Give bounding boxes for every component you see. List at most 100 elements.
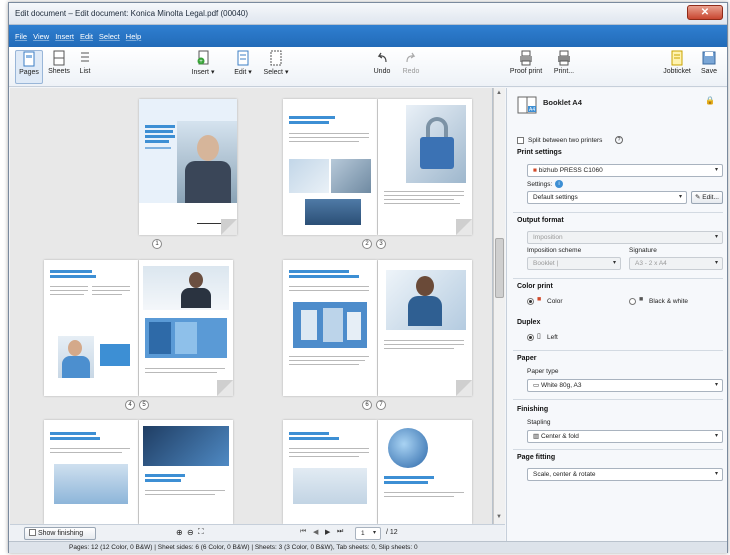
stapling-select[interactable]: ▥ Center & fold ▾	[527, 430, 723, 443]
info-icon[interactable]: i	[555, 180, 563, 188]
job-settings-panel: A4 Booklet A4 🔒 Split between two printe…	[506, 88, 727, 541]
page-thumbnail[interactable]	[44, 420, 138, 524]
page-number-badge: 7	[376, 400, 386, 410]
toolbar: Pages Sheets List + Insert ▾ Edit ▾ Sele…	[9, 47, 727, 87]
print-settings-heading: Print settings	[517, 149, 562, 156]
proof-print-button[interactable]: Proof print	[509, 50, 543, 84]
page-thumbnail[interactable]	[283, 99, 377, 235]
booklet-icon: A4	[517, 96, 537, 114]
menu-insert[interactable]: Insert	[55, 32, 74, 41]
jobticket-label: Jobticket	[663, 68, 691, 75]
signature-select[interactable]: A3 - 2 x A4 ▾	[629, 257, 723, 270]
zoom-in-icon[interactable]: ⊕	[176, 528, 183, 537]
print-button[interactable]: Print...	[551, 50, 577, 84]
output-format-select[interactable]: Imposition ▾	[527, 231, 723, 244]
menu-view[interactable]: View	[33, 32, 49, 41]
insert-button[interactable]: + Insert ▾	[189, 50, 217, 84]
zoom-out-icon[interactable]: ⊖	[187, 528, 194, 537]
undo-button[interactable]: Undo	[371, 50, 393, 84]
scroll-down-icon[interactable]: ▼	[496, 514, 502, 520]
undo-icon	[377, 52, 387, 63]
select-label: Select	[263, 69, 283, 76]
page-thumbnail[interactable]	[283, 260, 377, 396]
show-finishing-label: Show finishing	[37, 530, 84, 537]
divider	[513, 399, 723, 400]
fit-page-icon[interactable]: ⛶	[198, 527, 204, 537]
page-number-select[interactable]: 1 ▾	[355, 527, 381, 540]
list-icon	[81, 52, 89, 62]
insert-label: Insert	[191, 69, 210, 76]
color-radio[interactable]	[527, 298, 534, 305]
duplex-left-radio[interactable]	[527, 334, 534, 341]
page-thumbnail[interactable]	[378, 420, 472, 524]
edit-button[interactable]: Edit ▾	[231, 50, 255, 84]
select-icon	[270, 50, 282, 66]
menu-select[interactable]: Select	[99, 32, 120, 41]
status-bar: Pages: 12 (12 Color, 0 B&W) | Sheet side…	[9, 541, 727, 553]
chevron-down-icon: ▾	[714, 167, 718, 173]
settings-select[interactable]: Default settings ▾	[527, 191, 687, 204]
black-white-label: Black & white	[649, 298, 689, 305]
page-thumbnail[interactable]	[378, 260, 472, 396]
window-title: Edit document – Edit document: Konica Mi…	[15, 9, 249, 18]
page-number-badge: 3	[376, 239, 386, 249]
save-button[interactable]: Save	[698, 50, 720, 84]
imposition-scheme-select[interactable]: Booklet | ▾	[527, 257, 621, 270]
staple-icon: ▥	[533, 433, 540, 440]
show-finishing-button[interactable]: Show finishing	[24, 527, 96, 540]
page-thumbnail[interactable]	[44, 260, 138, 396]
page-thumbnails-canvas[interactable]: 1 2 3 4 5 6 7	[10, 88, 493, 524]
chevron-down-icon: ▾	[714, 382, 718, 388]
page-thumbnail[interactable]	[139, 99, 237, 235]
page-fitting-heading: Page fitting	[517, 454, 556, 461]
divider	[513, 449, 723, 450]
redo-button[interactable]: Redo	[401, 50, 421, 84]
last-page-icon[interactable]: ⏭	[337, 528, 343, 536]
list-view-button[interactable]: List	[75, 50, 95, 84]
svg-text:+: +	[199, 59, 203, 65]
lock-icon[interactable]: 🔒	[705, 96, 715, 105]
page-number-badge: 1	[152, 239, 162, 249]
product-name: Booklet A4	[543, 98, 582, 107]
vertical-scrollbar[interactable]: ▲ ▼	[493, 88, 505, 524]
next-page-icon[interactable]: ▶	[325, 528, 330, 536]
redo-icon	[406, 52, 416, 63]
split-printers-checkbox[interactable]	[517, 137, 524, 144]
scroll-up-icon[interactable]: ▲	[496, 90, 502, 96]
menu-help[interactable]: Help	[126, 32, 141, 41]
edit-settings-button[interactable]: ✎ Edit...	[691, 191, 723, 204]
divider	[513, 350, 723, 351]
pages-label: Pages	[19, 69, 39, 76]
printer-select[interactable]: ■ bizhub PRESS C1060 ▾	[527, 164, 723, 177]
page-thumbnail[interactable]	[283, 420, 377, 524]
jobticket-button[interactable]: Jobticket	[660, 50, 694, 84]
stapling-label: Stapling	[527, 419, 551, 426]
help-icon[interactable]: ?	[615, 136, 623, 144]
previous-page-icon[interactable]: ◀	[313, 528, 318, 536]
proof-printer-icon	[520, 50, 532, 66]
first-page-icon[interactable]: ⏮	[300, 528, 306, 536]
page-fitting-select[interactable]: Scale, center & rotate ▾	[527, 468, 723, 481]
black-white-radio[interactable]	[629, 298, 636, 305]
page-number-badge: 6	[362, 400, 372, 410]
imposition-scheme-label: Imposition scheme	[527, 247, 582, 254]
sheets-view-button[interactable]: Sheets	[46, 50, 72, 84]
close-window-button[interactable]: ✕	[687, 5, 723, 20]
show-finishing-checkbox[interactable]	[29, 529, 36, 536]
divider	[513, 278, 723, 279]
paper-type-select[interactable]: ▭ White 80g, A3 ▾	[527, 379, 723, 392]
signature-value: A3 - 2 x A4	[635, 260, 667, 267]
scroll-thumb[interactable]	[495, 238, 504, 298]
color-label: Color	[547, 298, 563, 305]
print-label: Print...	[553, 68, 575, 75]
page-thumbnail[interactable]	[378, 99, 472, 235]
page-thumbnail[interactable]	[139, 420, 233, 524]
paper-icon: ▭	[533, 382, 540, 389]
menu-file[interactable]: File	[15, 32, 27, 41]
page-number-badge: 5	[139, 400, 149, 410]
select-button[interactable]: Select ▾	[261, 50, 291, 84]
menu-edit[interactable]: Edit	[80, 32, 93, 41]
page-thumbnail[interactable]	[139, 260, 233, 396]
chevron-down-icon: ▾	[612, 260, 616, 266]
pages-view-button[interactable]: Pages	[15, 50, 43, 84]
